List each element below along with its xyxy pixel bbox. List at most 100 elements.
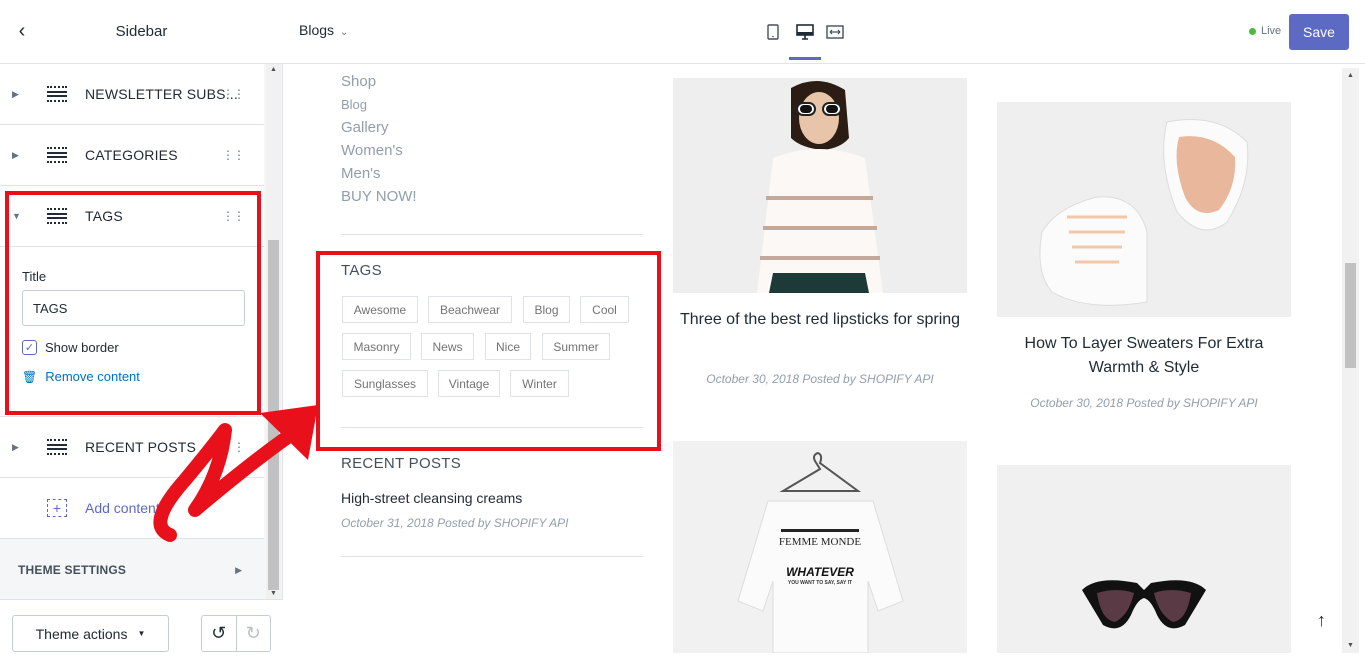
post-title[interactable]: How To Layer Sweaters For Extra Warmth &… (997, 332, 1291, 380)
caret-right-icon: ▶ (235, 564, 242, 575)
sweatshirt-brand-text: FEMME MONDE (778, 536, 862, 548)
page-selector-label: Blogs (299, 22, 335, 38)
theme-actions-button[interactable]: Theme actions ▼ (12, 615, 169, 652)
mobile-view-icon[interactable] (761, 20, 785, 44)
scrollbar-thumb[interactable] (1345, 263, 1356, 368)
scroll-up-arrow-icon[interactable]: ▲ (270, 66, 277, 73)
menu-links: Shop Blog Gallery Women's Men's BUY NOW! (341, 73, 417, 211)
post-title[interactable]: Three of the best red lipsticks for spri… (673, 308, 967, 332)
redo-icon[interactable]: ↻ (237, 616, 271, 651)
tag-chip[interactable]: Summer (542, 333, 610, 360)
menu-link[interactable]: Blog (341, 96, 417, 119)
drag-handle-icon[interactable]: ⋮⋮ (222, 87, 245, 101)
show-border-option[interactable]: ✓ Show border (22, 340, 246, 355)
cat-eye-sunglasses-photo[interactable] (997, 465, 1291, 653)
menu-link[interactable]: Shop (341, 73, 417, 96)
recent-post-meta: October 31, 2018 Posted by SHOPIFY API (341, 516, 569, 530)
caret-down-icon[interactable]: ▼ (12, 211, 26, 221)
section-label: NEWSLETTER SUBS... (85, 86, 238, 102)
title-field-label: Title (22, 269, 47, 284)
checkbox-checked-icon[interactable]: ✓ (22, 340, 37, 355)
dropdown-caret-icon: ▼ (137, 629, 146, 638)
tag-chip[interactable]: News (421, 333, 474, 360)
section-label: TAGS (85, 208, 123, 224)
tag-chip[interactable]: Masonry (342, 333, 411, 360)
undo-icon[interactable]: ↺ (202, 616, 237, 651)
menu-link[interactable]: Women's (341, 142, 417, 165)
theme-settings-label: THEME SETTINGS (18, 563, 127, 577)
preview-scrollbar[interactable]: ▲ ▼ (1342, 68, 1359, 653)
sidebar: ‹ Sidebar ▶ NEWSLETTER SUBS... ⋮⋮ ▶ CATE… (0, 0, 283, 659)
page-selector[interactable]: Blogs ⌄ (299, 22, 348, 38)
section-label: CATEGORIES (85, 147, 178, 163)
menu-link[interactable]: Gallery (341, 119, 417, 142)
desktop-view-icon[interactable] (793, 20, 817, 44)
white-sneaker-photo[interactable] (997, 102, 1291, 317)
tag-chip[interactable]: Nice (485, 333, 531, 360)
tag-chip[interactable]: Winter (510, 370, 569, 397)
section-layout-icon (47, 439, 67, 455)
tag-chip[interactable]: Sunglasses (342, 370, 428, 397)
menu-link[interactable]: BUY NOW! (341, 188, 417, 211)
divider (341, 556, 643, 557)
sweatshirt-hanger-photo[interactable]: FEMME MONDE WHATEVER YOU WANT TO SAY, SA… (673, 441, 967, 653)
tag-chip[interactable]: Vintage (438, 370, 500, 397)
active-view-indicator (789, 57, 821, 60)
show-border-label: Show border (45, 340, 119, 355)
post-meta: October 30, 2018 Posted by SHOPIFY API (1030, 396, 1258, 410)
recent-post-title[interactable]: High-street cleansing creams (341, 490, 522, 506)
save-button[interactable]: Save (1289, 14, 1349, 50)
post-meta: October 30, 2018 Posted by SHOPIFY API (706, 372, 934, 386)
divider (341, 234, 643, 235)
drag-handle-icon[interactable]: ⋮⋮ (222, 148, 245, 162)
live-status: Live (1249, 25, 1281, 37)
add-content-label: Add content (85, 500, 160, 516)
section-newsletter[interactable]: ▶ NEWSLETTER SUBS... ⋮⋮ (0, 64, 264, 125)
scroll-up-arrow-icon[interactable]: ▲ (1347, 72, 1354, 79)
theme-settings-row[interactable]: THEME SETTINGS ▶ (0, 539, 264, 599)
scroll-down-arrow-icon[interactable]: ▼ (1347, 642, 1354, 649)
divider (341, 427, 643, 428)
chevron-down-icon: ⌄ (340, 27, 349, 38)
section-list: ▶ NEWSLETTER SUBS... ⋮⋮ ▶ CATEGORIES ⋮⋮ … (0, 64, 264, 599)
scrollbar-thumb[interactable] (268, 240, 279, 590)
menu-link[interactable]: Men's (341, 165, 417, 188)
drag-handle-icon[interactable]: ⋮⋮ (222, 440, 245, 454)
back-chevron-icon[interactable]: ‹ (0, 0, 44, 64)
fullscreen-view-icon[interactable] (823, 20, 847, 44)
section-recent-posts[interactable]: ▶ RECENT POSTS ⋮⋮ (0, 417, 264, 478)
theme-actions-label: Theme actions (35, 625, 128, 642)
sweatshirt-small-text: YOU WANT TO SAY, SAY IT (787, 580, 853, 586)
tag-chip[interactable]: Beachwear (428, 296, 512, 323)
recent-posts-title: RECENT POSTS (341, 455, 462, 472)
section-layout-icon (47, 86, 67, 102)
caret-right-icon[interactable]: ▶ (12, 89, 26, 100)
section-label: RECENT POSTS (85, 439, 197, 455)
scroll-to-top-icon[interactable]: ↑ (1317, 610, 1326, 631)
sidebar-scrollbar[interactable]: ▲ ▼ (266, 64, 281, 599)
add-content-button[interactable]: + Add content (0, 478, 264, 539)
section-tags[interactable]: ▼ TAGS ⋮⋮ (0, 186, 264, 247)
tags-settings-panel: Title ✓ Show border 🗑 Remove content (0, 247, 264, 417)
remove-content-link[interactable]: 🗑 Remove content (22, 369, 246, 384)
trash-icon: 🗑 (22, 369, 38, 384)
sidebar-header: ‹ Sidebar (0, 0, 283, 64)
woman-sweater-photo[interactable] (673, 78, 967, 293)
title-field[interactable] (22, 290, 245, 326)
theme-editor: ‹ Sidebar ▶ NEWSLETTER SUBS... ⋮⋮ ▶ CATE… (0, 0, 1365, 659)
live-dot-icon (1249, 27, 1256, 35)
drag-handle-icon[interactable]: ⋮⋮ (222, 209, 245, 223)
add-section-icon: + (47, 499, 67, 517)
sidebar-footer: Theme actions ▼ ↺ ↻ (0, 599, 283, 659)
section-layout-icon (47, 147, 67, 163)
tag-chip[interactable]: Blog (523, 296, 570, 323)
caret-right-icon[interactable]: ▶ (12, 150, 26, 161)
scroll-down-arrow-icon[interactable]: ▼ (270, 590, 277, 597)
tag-chip[interactable]: Cool (580, 296, 629, 323)
tag-chip[interactable]: Awesome (342, 296, 418, 323)
undo-redo-group: ↺ ↻ (201, 615, 271, 652)
section-categories[interactable]: ▶ CATEGORIES ⋮⋮ (0, 125, 264, 186)
caret-right-icon[interactable]: ▶ (12, 442, 26, 453)
sweatshirt-slogan-text: WHATEVER (786, 565, 854, 579)
remove-content-label: Remove content (45, 369, 140, 384)
